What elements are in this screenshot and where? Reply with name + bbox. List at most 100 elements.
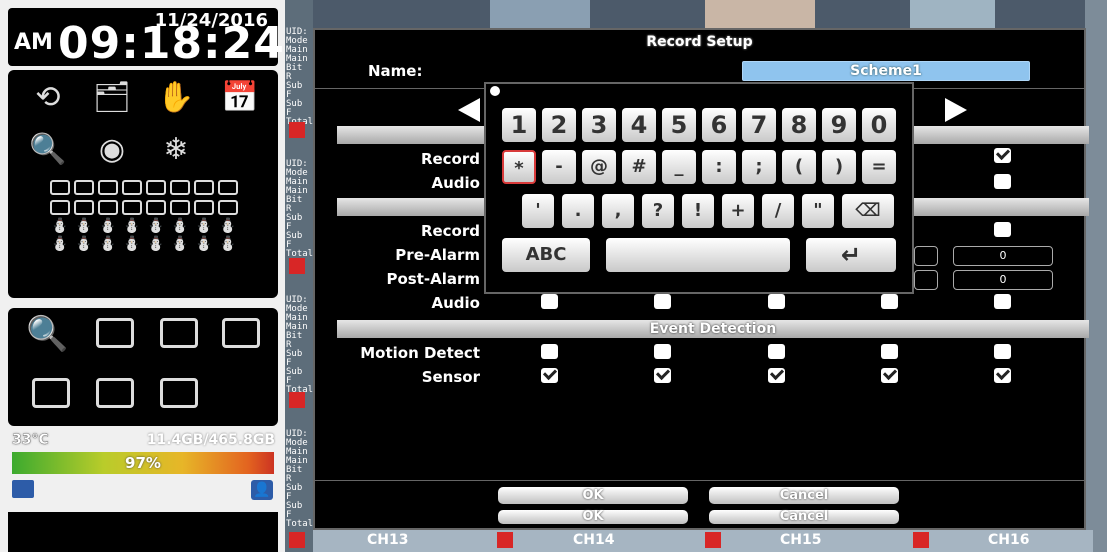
audio-checkbox[interactable] [994,174,1011,189]
camera-icon[interactable] [122,180,142,195]
person-icon[interactable]: ⛄ [122,236,142,254]
key[interactable]: 3 [582,108,616,142]
sensor-checkbox[interactable] [768,368,785,383]
key[interactable]: 8 [782,108,816,142]
camera-icon[interactable] [50,200,70,215]
camera-icon[interactable] [74,200,94,215]
backspace-icon[interactable]: ⌫ [842,194,894,228]
webcam-icon[interactable]: ◉ [92,130,132,170]
post-alarm-stepper[interactable]: 0 [953,270,1053,290]
camera-icon[interactable] [98,180,118,195]
camera-icon[interactable] [218,200,238,215]
camera-icon[interactable] [146,180,166,195]
stepper-partial[interactable] [914,270,938,290]
key[interactable]: " [802,194,834,228]
key[interactable]: 6 [702,108,736,142]
key[interactable]: 9 [822,108,856,142]
person-icon[interactable]: ⛄ [74,236,94,254]
key[interactable]: ; [742,150,776,184]
camera-icon[interactable] [50,180,70,195]
key[interactable]: - [542,150,576,184]
sensor-checkbox[interactable] [654,368,671,383]
sensor-checkbox[interactable] [541,368,558,383]
person-icon[interactable]: ⛄ [98,218,118,236]
pre-alarm-stepper[interactable]: 0 [953,246,1053,266]
key[interactable]: ? [642,194,674,228]
key[interactable]: , [602,194,634,228]
stepper-partial[interactable] [914,246,938,266]
key[interactable]: ' [522,194,554,228]
layout-13-icon[interactable] [96,378,134,408]
abc-key[interactable]: ABC [502,238,590,272]
audio-checkbox[interactable] [994,294,1011,309]
person-icon[interactable]: ⛄ [50,218,70,236]
person-icon[interactable]: ⛄ [218,218,238,236]
sensor-checkbox[interactable] [881,368,898,383]
key[interactable]: @ [582,150,616,184]
motion-checkbox[interactable] [768,344,785,359]
keyboard-close-icon[interactable] [490,86,500,96]
audio-checkbox[interactable] [881,294,898,309]
motion-checkbox[interactable] [541,344,558,359]
key[interactable]: 1 [502,108,536,142]
zoom-icon[interactable]: 🔍 [26,314,68,354]
key[interactable]: 7 [742,108,776,142]
space-key[interactable] [606,238,790,272]
sensor-checkbox[interactable] [994,368,1011,383]
person-icon[interactable]: ⛄ [122,218,142,236]
person-icon[interactable]: ⛄ [218,236,238,254]
person-icon[interactable]: ⛄ [50,236,70,254]
camera-icon[interactable] [122,200,142,215]
key[interactable]: ( [782,150,816,184]
motion-checkbox[interactable] [654,344,671,359]
key-selected[interactable]: * [502,150,536,184]
camera-icon[interactable] [74,180,94,195]
ptz-hand-icon[interactable]: ✋ [156,78,196,118]
enter-icon[interactable]: ↵ [806,238,896,272]
person-icon[interactable]: ⛄ [98,236,118,254]
audio-checkbox[interactable] [768,294,785,309]
key[interactable]: 0 [862,108,896,142]
motion-checkbox[interactable] [994,344,1011,359]
file-manager-icon[interactable]: 🗂 [92,78,132,118]
layout-quad-icon[interactable] [222,318,260,348]
person-icon[interactable]: ⛄ [194,218,214,236]
key[interactable]: : [702,150,736,184]
freeze-icon[interactable]: ❄ [156,130,196,170]
layout-16-icon[interactable] [160,378,198,408]
audio-checkbox[interactable] [541,294,558,309]
key[interactable]: ! [682,194,714,228]
key[interactable]: # [622,150,656,184]
log-search-icon[interactable]: 🔍 [28,130,68,170]
audio-checkbox[interactable] [654,294,671,309]
camera-icon[interactable] [218,180,238,195]
key[interactable]: _ [662,150,696,184]
camera-icon[interactable] [194,200,214,215]
camera-icon[interactable] [98,200,118,215]
camera-icon[interactable] [170,180,190,195]
key[interactable]: . [562,194,594,228]
person-icon[interactable]: ⛄ [170,236,190,254]
key[interactable]: / [762,194,794,228]
camera-icon[interactable] [170,200,190,215]
network-icon[interactable] [12,480,34,498]
key[interactable]: + [722,194,754,228]
layout-single-icon[interactable] [160,318,198,348]
prev-arrow-icon[interactable] [458,98,480,122]
person-icon[interactable]: ⛄ [194,236,214,254]
person-icon[interactable]: ⛄ [146,236,166,254]
key[interactable]: = [862,150,896,184]
person-icon[interactable]: ⛄ [170,218,190,236]
layout-pip-icon[interactable] [96,318,134,348]
key[interactable]: 5 [662,108,696,142]
user-icon[interactable]: 👤 [251,480,273,500]
key[interactable]: 2 [542,108,576,142]
key[interactable]: 4 [622,108,656,142]
schedule-search-icon[interactable]: 📅 [220,78,260,118]
camera-icon[interactable] [194,180,214,195]
camera-icon[interactable] [146,200,166,215]
playback-icon[interactable]: ⟲ [28,78,68,118]
record-checkbox[interactable] [994,148,1011,163]
next-arrow-icon[interactable] [945,98,967,122]
person-icon[interactable]: ⛄ [74,218,94,236]
